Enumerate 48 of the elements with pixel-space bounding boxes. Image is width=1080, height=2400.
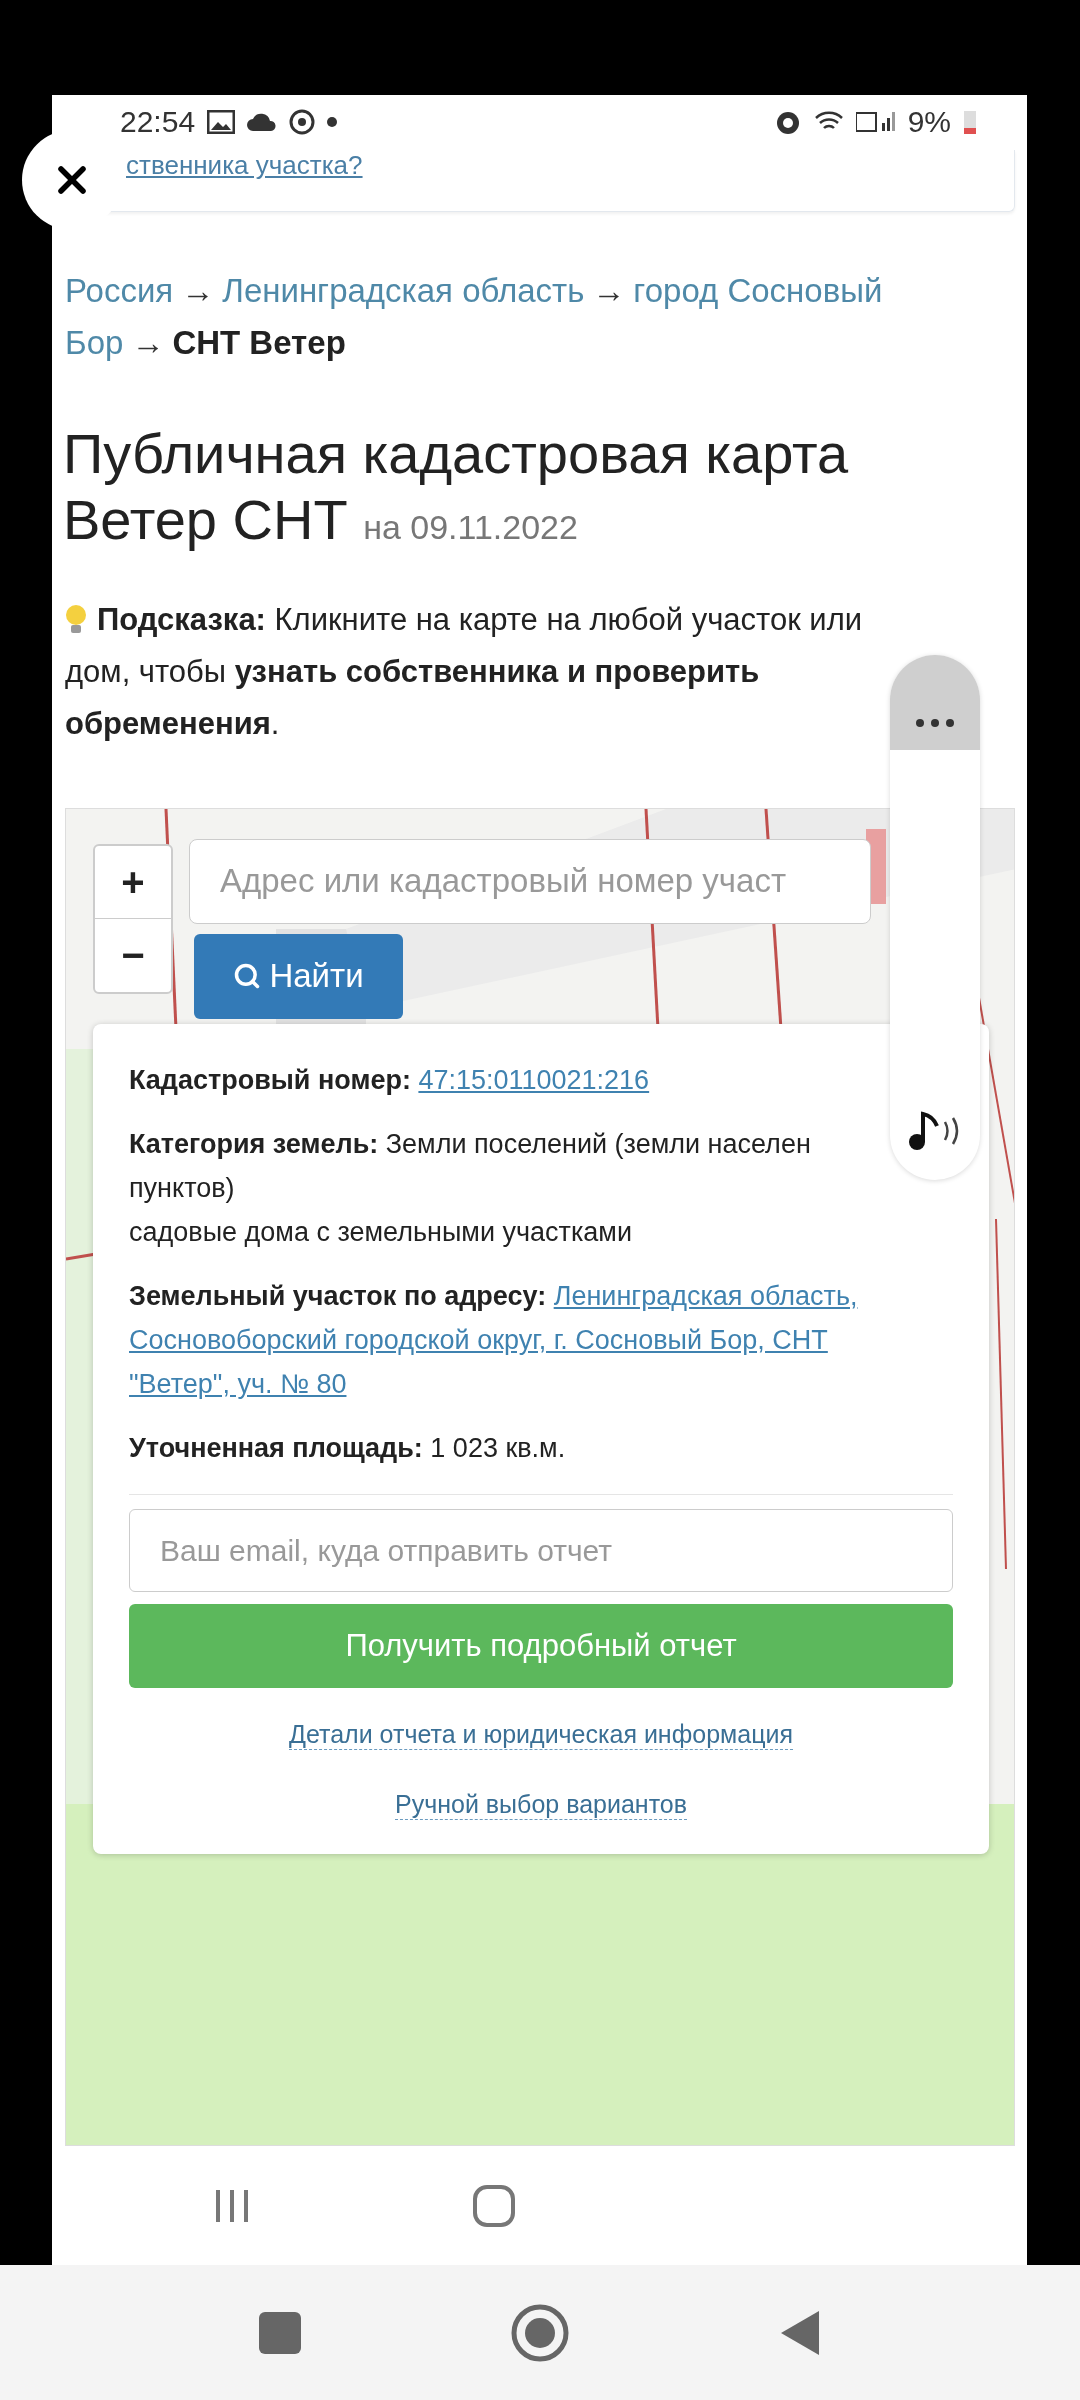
battery-percent: 9% (907, 105, 951, 140)
home-icon[interactable] (511, 2303, 569, 2362)
more-icon (915, 718, 955, 728)
breadcrumb-link[interactable]: город Сосновый (633, 271, 883, 309)
breadcrumb-arrow: → (131, 323, 165, 361)
parcel-value: Земли поселений (земли населен (385, 1128, 811, 1159)
report-button[interactable]: Получить подробный отчет (129, 1604, 953, 1688)
breadcrumb-arrow: → (592, 271, 626, 309)
zoom-in-button[interactable]: + (95, 845, 171, 919)
cloud-icon (247, 112, 278, 133)
home-icon[interactable] (472, 2183, 516, 2228)
parcel-value: 1 023 кв.м. (430, 1432, 566, 1463)
parcel-link[interactable]: 47:15:0110021:216 (418, 1064, 650, 1095)
parcel-label: Категория земель: (129, 1128, 379, 1159)
parcel-value: пунктов) (129, 1172, 235, 1203)
more-button[interactable] (890, 655, 980, 750)
address-search-field[interactable]: Адрес или кадастровый номер участ (189, 838, 871, 924)
lightbulb-icon (65, 603, 87, 636)
parcel-label: Кадастровый номер: (129, 1064, 411, 1095)
stop-icon[interactable] (259, 2311, 301, 2354)
dot-icon (327, 117, 338, 128)
battery-icon (963, 109, 977, 136)
parcel-link[interactable]: Сосновоборский городской округ, г. Сосновый Бор, СНТ (129, 1324, 828, 1355)
parcel-label: Земельный участок по адресу: (129, 1280, 547, 1311)
gallery-icon (207, 110, 236, 135)
parcel-link[interactable]: "Ветер", уч. № 80 (129, 1368, 347, 1399)
breadcrumb-link[interactable]: Бор (65, 323, 124, 361)
hint-text: Подсказка: Кликните на карте на любой участок или (97, 600, 863, 639)
target-icon (289, 109, 316, 136)
page-title: Публичная кадастровая карта Ветер СНТ на 09.11.2022 (63, 420, 850, 553)
email-field[interactable]: Ваш email, куда отправить отчет (129, 1508, 953, 1593)
owner-link[interactable]: ственника участка? (126, 149, 363, 180)
parcel-link[interactable]: Ленинградская область, (553, 1280, 858, 1311)
info-link[interactable]: Детали отчета и юридическая информация (289, 1719, 793, 1750)
search-icon (233, 962, 262, 991)
hint-text: обременения. (65, 704, 280, 743)
find-button[interactable]: Найти (194, 933, 403, 1019)
breadcrumb-link[interactable]: Россия (65, 271, 174, 309)
breadcrumb-current: СНТ Ветер (172, 323, 346, 361)
parcel-value: садовые дома с земельными участками (129, 1216, 632, 1247)
breadcrumb-arrow: → (181, 271, 215, 309)
parcel-label: Уточненная площадь: (129, 1432, 423, 1463)
info-link[interactable]: Ручной выбор вариантов (395, 1789, 687, 1820)
hint-text: дом, чтобы узнать собственника и проверить (65, 652, 760, 691)
back-icon[interactable] (779, 2308, 821, 2357)
breadcrumb-link[interactable]: Ленинградская область (222, 271, 585, 309)
zoom-out-button[interactable]: − (95, 918, 171, 992)
clock-time: 22:54 (120, 105, 196, 140)
